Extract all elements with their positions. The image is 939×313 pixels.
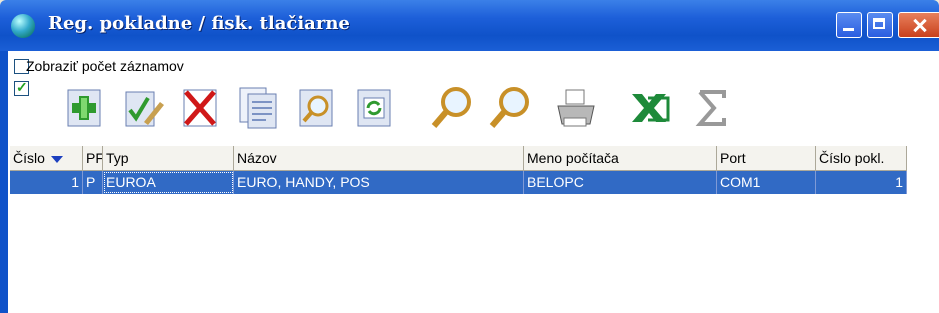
excel-icon: [632, 94, 670, 122]
column-header-cislo[interactable]: Číslo: [10, 146, 83, 170]
excel-button[interactable]: [626, 84, 670, 132]
column-header-meno-pocitaca[interactable]: Meno počítača: [524, 146, 717, 170]
print-button[interactable]: [554, 84, 598, 132]
refresh-icon: [357, 89, 391, 127]
sum-button[interactable]: [690, 84, 734, 132]
column-header-cislo-pokl[interactable]: Číslo pokl.: [816, 146, 907, 170]
option-checkbox[interactable]: [14, 79, 29, 96]
delete-button[interactable]: [178, 84, 222, 132]
preview-button[interactable]: [294, 84, 338, 132]
print-icon: [557, 89, 595, 127]
copy-icon: [239, 87, 277, 129]
edit-icon: [125, 91, 164, 127]
window-frame: [0, 51, 8, 313]
title-bar[interactable]: Reg. pokladne / fisk. tlačiarne: [0, 0, 939, 51]
cell-cislo[interactable]: 1: [10, 171, 83, 194]
add-icon: [67, 89, 101, 127]
app-window: Reg. pokladne / fisk. tlačiarne Zobraziť…: [0, 0, 939, 313]
cell-typ[interactable]: EUROA: [103, 171, 234, 194]
column-header-port[interactable]: Port: [717, 146, 816, 170]
sort-desc-icon: [50, 155, 63, 163]
window-title: Reg. pokladne / fisk. tlačiarne: [48, 13, 350, 34]
maximize-button[interactable]: [867, 12, 893, 38]
cell-cislo-pokl[interactable]: 1: [816, 171, 907, 194]
app-globe-icon: [11, 14, 35, 38]
close-button[interactable]: [898, 12, 939, 38]
search-next-button[interactable]: [488, 84, 532, 132]
records-grid: Číslo PF Typ Názov Meno počítača Port Čí…: [10, 146, 907, 313]
search-next-icon: [489, 87, 529, 128]
cell-meno-pocitaca[interactable]: BELOPC: [524, 171, 717, 194]
grid-header: Číslo PF Typ Názov Meno počítača Port Čí…: [10, 146, 907, 171]
column-header-pf[interactable]: PF: [83, 146, 103, 170]
table-row[interactable]: 1 P EUROA EURO, HANDY, POS BELOPC COM1 1: [10, 171, 907, 194]
show-count-label: Zobraziť počet záznamov: [26, 58, 184, 74]
column-header-nazov[interactable]: Názov: [234, 146, 524, 170]
search-button[interactable]: [430, 84, 474, 132]
edit-button[interactable]: [120, 84, 164, 132]
minimize-button[interactable]: [836, 12, 862, 38]
delete-icon: [183, 89, 217, 127]
sum-icon: [695, 90, 726, 126]
search-icon: [431, 87, 471, 128]
cell-pf[interactable]: P: [83, 171, 103, 194]
preview-icon: [299, 89, 333, 127]
copy-button[interactable]: [236, 84, 280, 132]
cell-port[interactable]: COM1: [717, 171, 816, 194]
add-button[interactable]: [62, 84, 106, 132]
column-header-typ[interactable]: Typ: [103, 146, 234, 170]
cell-nazov[interactable]: EURO, HANDY, POS: [234, 171, 524, 194]
refresh-button[interactable]: [352, 84, 396, 132]
